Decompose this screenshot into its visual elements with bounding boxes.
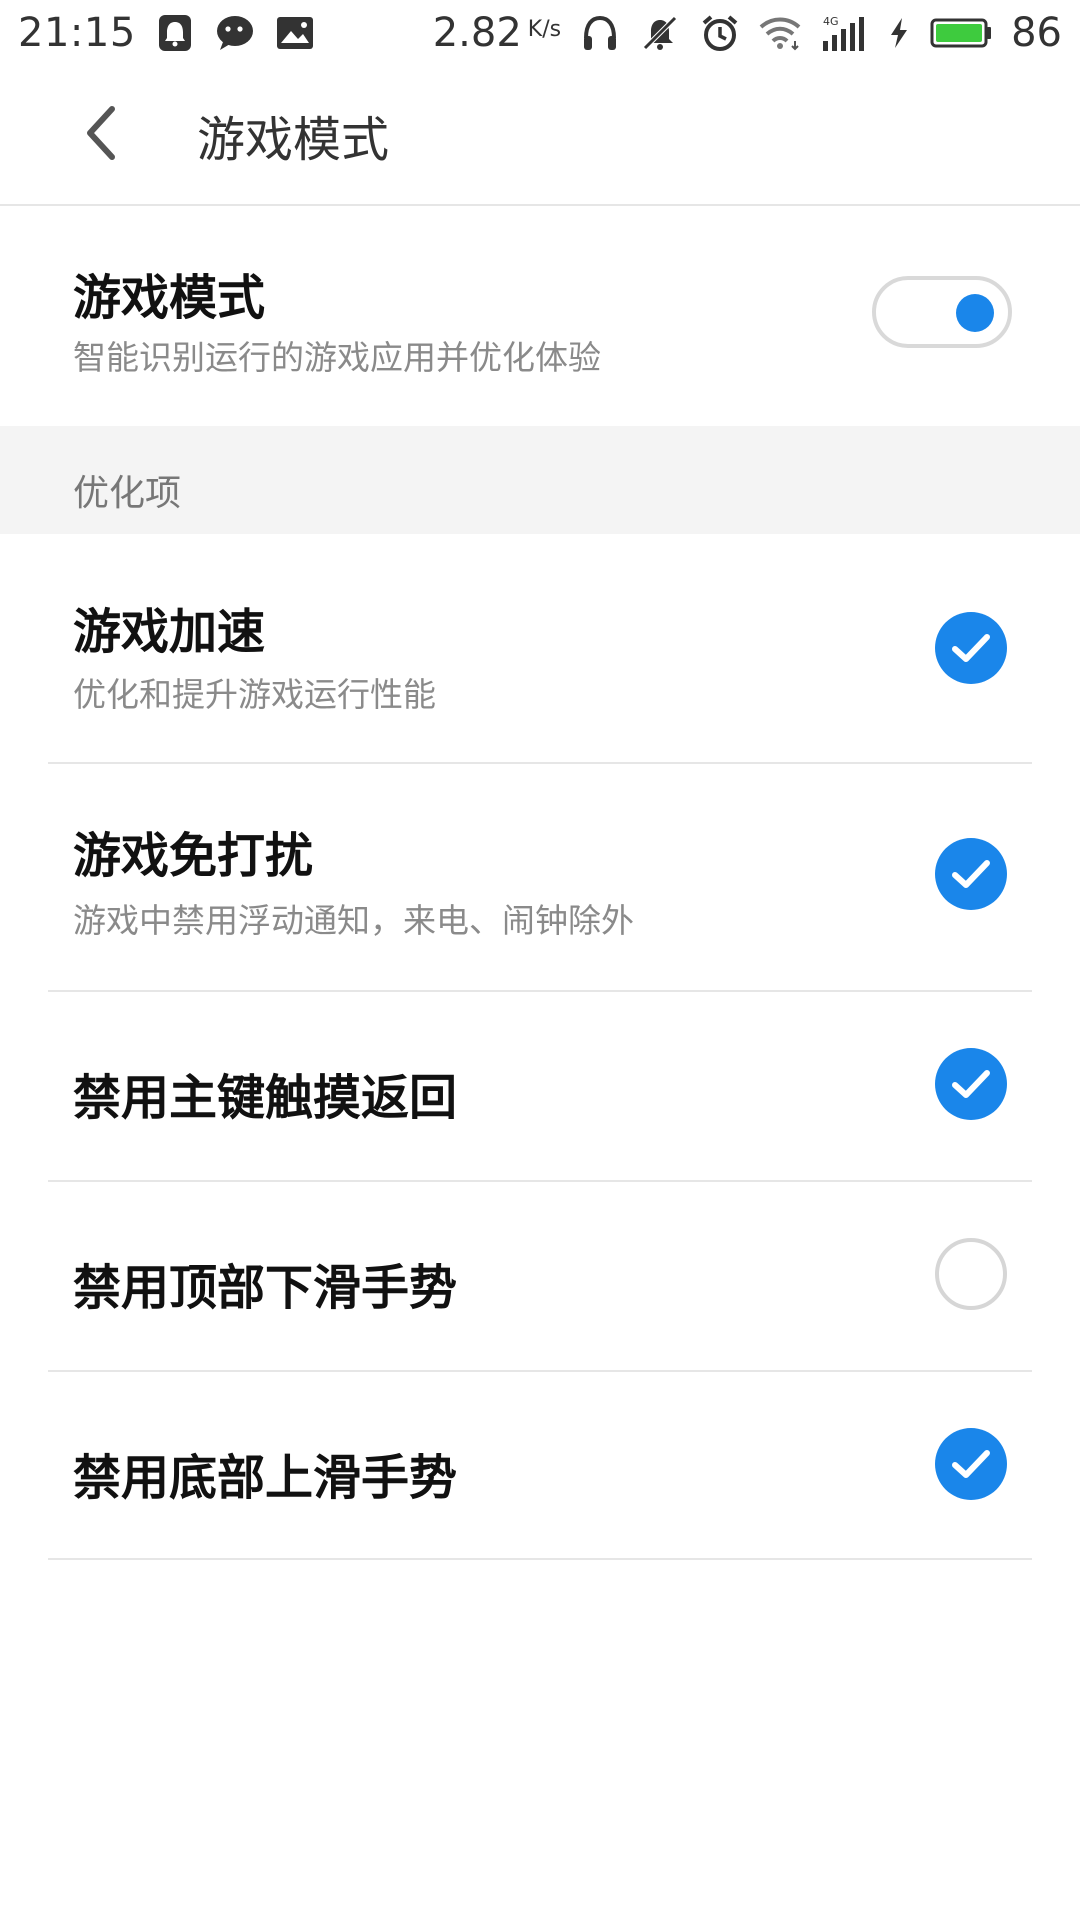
list-item-subtitle: 游戏中禁用浮动通知，来电、闹钟除外 — [73, 901, 634, 940]
network-speed-value: 2.82 — [432, 10, 522, 56]
network-type-label: 4G — [823, 15, 839, 28]
chat-bubble-icon — [214, 12, 256, 54]
status-bar: 21:15 2.82 K/s 4G 86 — [0, 0, 1080, 66]
headphones-icon — [579, 12, 621, 54]
list-item-title: 游戏免打扰 — [73, 828, 314, 884]
bell-icon — [154, 12, 196, 54]
toggle-knob — [956, 294, 994, 332]
battery-icon — [929, 12, 993, 54]
list-item-title: 禁用顶部下滑手势 — [73, 1260, 458, 1316]
image-notification-icon — [274, 12, 316, 54]
page-title: 游戏模式 — [197, 112, 390, 168]
disable-top-swipe-checkbox[interactable] — [935, 1238, 1007, 1310]
list-item-disable-bottom-swipe[interactable]: 禁用底部上滑手势 — [0, 1372, 1080, 1560]
game-mode-row[interactable]: 游戏模式 智能识别运行的游戏应用并优化体验 — [0, 206, 1080, 426]
toolbar: 游戏模式 — [0, 66, 1080, 206]
list-item-disable-top-swipe[interactable]: 禁用顶部下滑手势 — [0, 1182, 1080, 1370]
alarm-icon — [699, 12, 741, 54]
network-speed-unit: K/s — [527, 17, 562, 42]
section-header-label: 优化项 — [73, 473, 182, 514]
do-not-disturb-checkbox[interactable] — [935, 838, 1007, 910]
checkmark-icon — [952, 634, 990, 662]
network-speed: 2.82 K/s — [433, 10, 561, 56]
checkmark-icon — [952, 1070, 990, 1098]
checkmark-icon — [952, 860, 990, 888]
back-button[interactable] — [55, 90, 145, 180]
status-bar-left: 21:15 — [18, 10, 316, 56]
game-mode-title: 游戏模式 — [73, 270, 266, 326]
status-bar-right: 2.82 K/s 4G 86 — [433, 10, 1062, 56]
battery-percentage: 86 — [1011, 10, 1062, 56]
game-mode-subtitle: 智能识别运行的游戏应用并优化体验 — [73, 338, 601, 377]
wifi-icon — [759, 12, 801, 54]
section-header: 优化项 — [0, 426, 1080, 534]
list-item-game-acceleration[interactable]: 游戏加速 优化和提升游戏运行性能 — [0, 534, 1080, 762]
game-acceleration-checkbox[interactable] — [935, 612, 1007, 684]
list-item-title: 禁用主键触摸返回 — [73, 1070, 458, 1126]
divider — [48, 1558, 1032, 1560]
list-item-disable-home-key-back[interactable]: 禁用主键触摸返回 — [0, 992, 1080, 1180]
disable-bottom-swipe-checkbox[interactable] — [935, 1428, 1007, 1500]
charging-icon — [887, 12, 911, 54]
chevron-left-icon — [80, 103, 120, 167]
list-item-title: 禁用底部上滑手势 — [73, 1450, 458, 1506]
game-mode-toggle[interactable] — [872, 276, 1012, 348]
disable-home-key-back-checkbox[interactable] — [935, 1048, 1007, 1120]
list-item-subtitle: 优化和提升游戏运行性能 — [73, 675, 436, 714]
list-item-do-not-disturb[interactable]: 游戏免打扰 游戏中禁用浮动通知，来电、闹钟除外 — [0, 764, 1080, 992]
cell-signal-icon: 4G — [819, 12, 869, 54]
clock: 21:15 — [18, 10, 136, 56]
mute-icon — [639, 12, 681, 54]
checkmark-icon — [952, 1450, 990, 1478]
list-item-title: 游戏加速 — [73, 604, 266, 660]
